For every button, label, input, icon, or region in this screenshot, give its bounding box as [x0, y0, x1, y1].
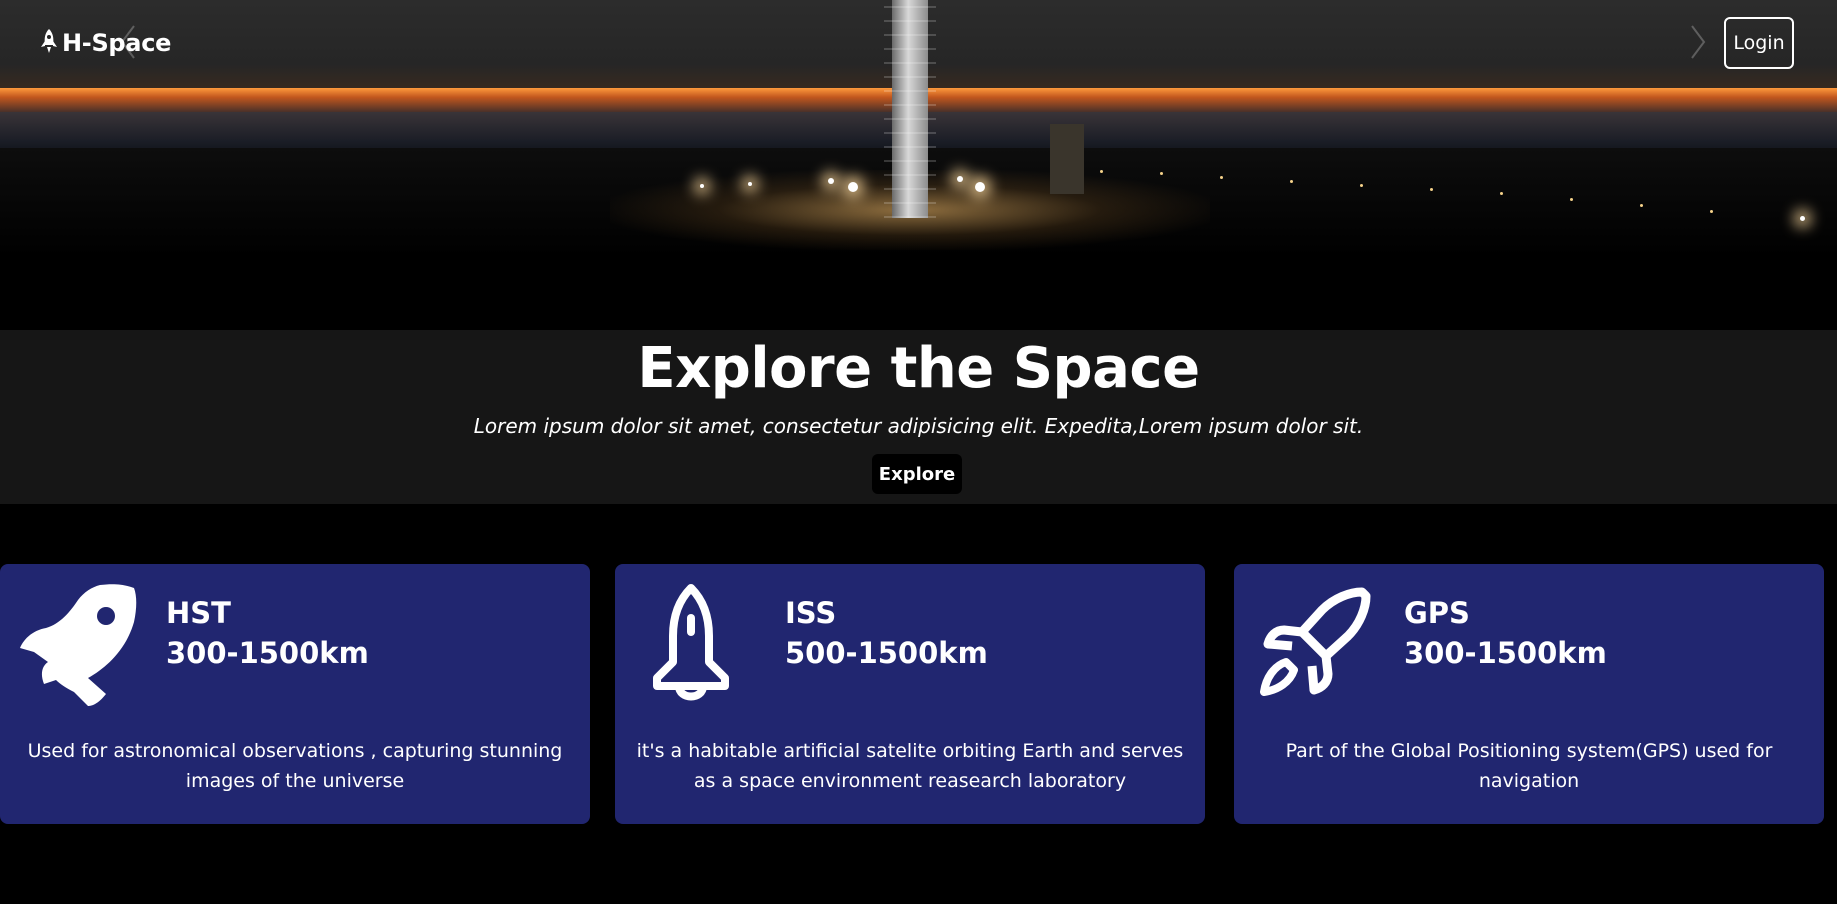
card-range: 300-1500km	[1404, 636, 1607, 670]
card-title: ISS	[785, 596, 837, 630]
card-title: HST	[166, 596, 231, 630]
card-range: 300-1500km	[166, 636, 369, 670]
explore-button[interactable]: Explore	[872, 454, 962, 494]
space-shuttle-icon	[649, 582, 733, 706]
rocket-icon	[16, 582, 138, 706]
card-title: GPS	[1404, 596, 1470, 630]
hero-subtitle: Lorem ipsum dolor sit amet, consectetur …	[473, 414, 1364, 438]
card-range: 500-1500km	[785, 636, 988, 670]
brand-logo[interactable]: H-Space	[40, 28, 171, 58]
satellite-card-gps[interactable]: GPS 300-1500km Part of the Global Positi…	[1234, 564, 1824, 824]
card-description: Used for astronomical observations , cap…	[27, 740, 563, 792]
login-button[interactable]: Login	[1724, 17, 1794, 69]
satellite-card-hst[interactable]: HST 300-1500km Used for astronomical obs…	[0, 564, 590, 824]
rocket-outline-icon	[1258, 586, 1372, 700]
hero-background-image	[0, 0, 1837, 330]
rocket-icon	[40, 28, 58, 58]
carousel-next-icon[interactable]	[1686, 22, 1710, 62]
carousel-prev-icon[interactable]	[116, 22, 140, 62]
satellite-card-iss[interactable]: ISS 500-1500km it's a habitable artifici…	[615, 564, 1205, 824]
page-title: Explore the Space	[637, 336, 1200, 401]
card-description: Part of the Global Positioning system(GP…	[1285, 740, 1773, 792]
card-description: it's a habitable artificial satelite orb…	[636, 740, 1184, 792]
